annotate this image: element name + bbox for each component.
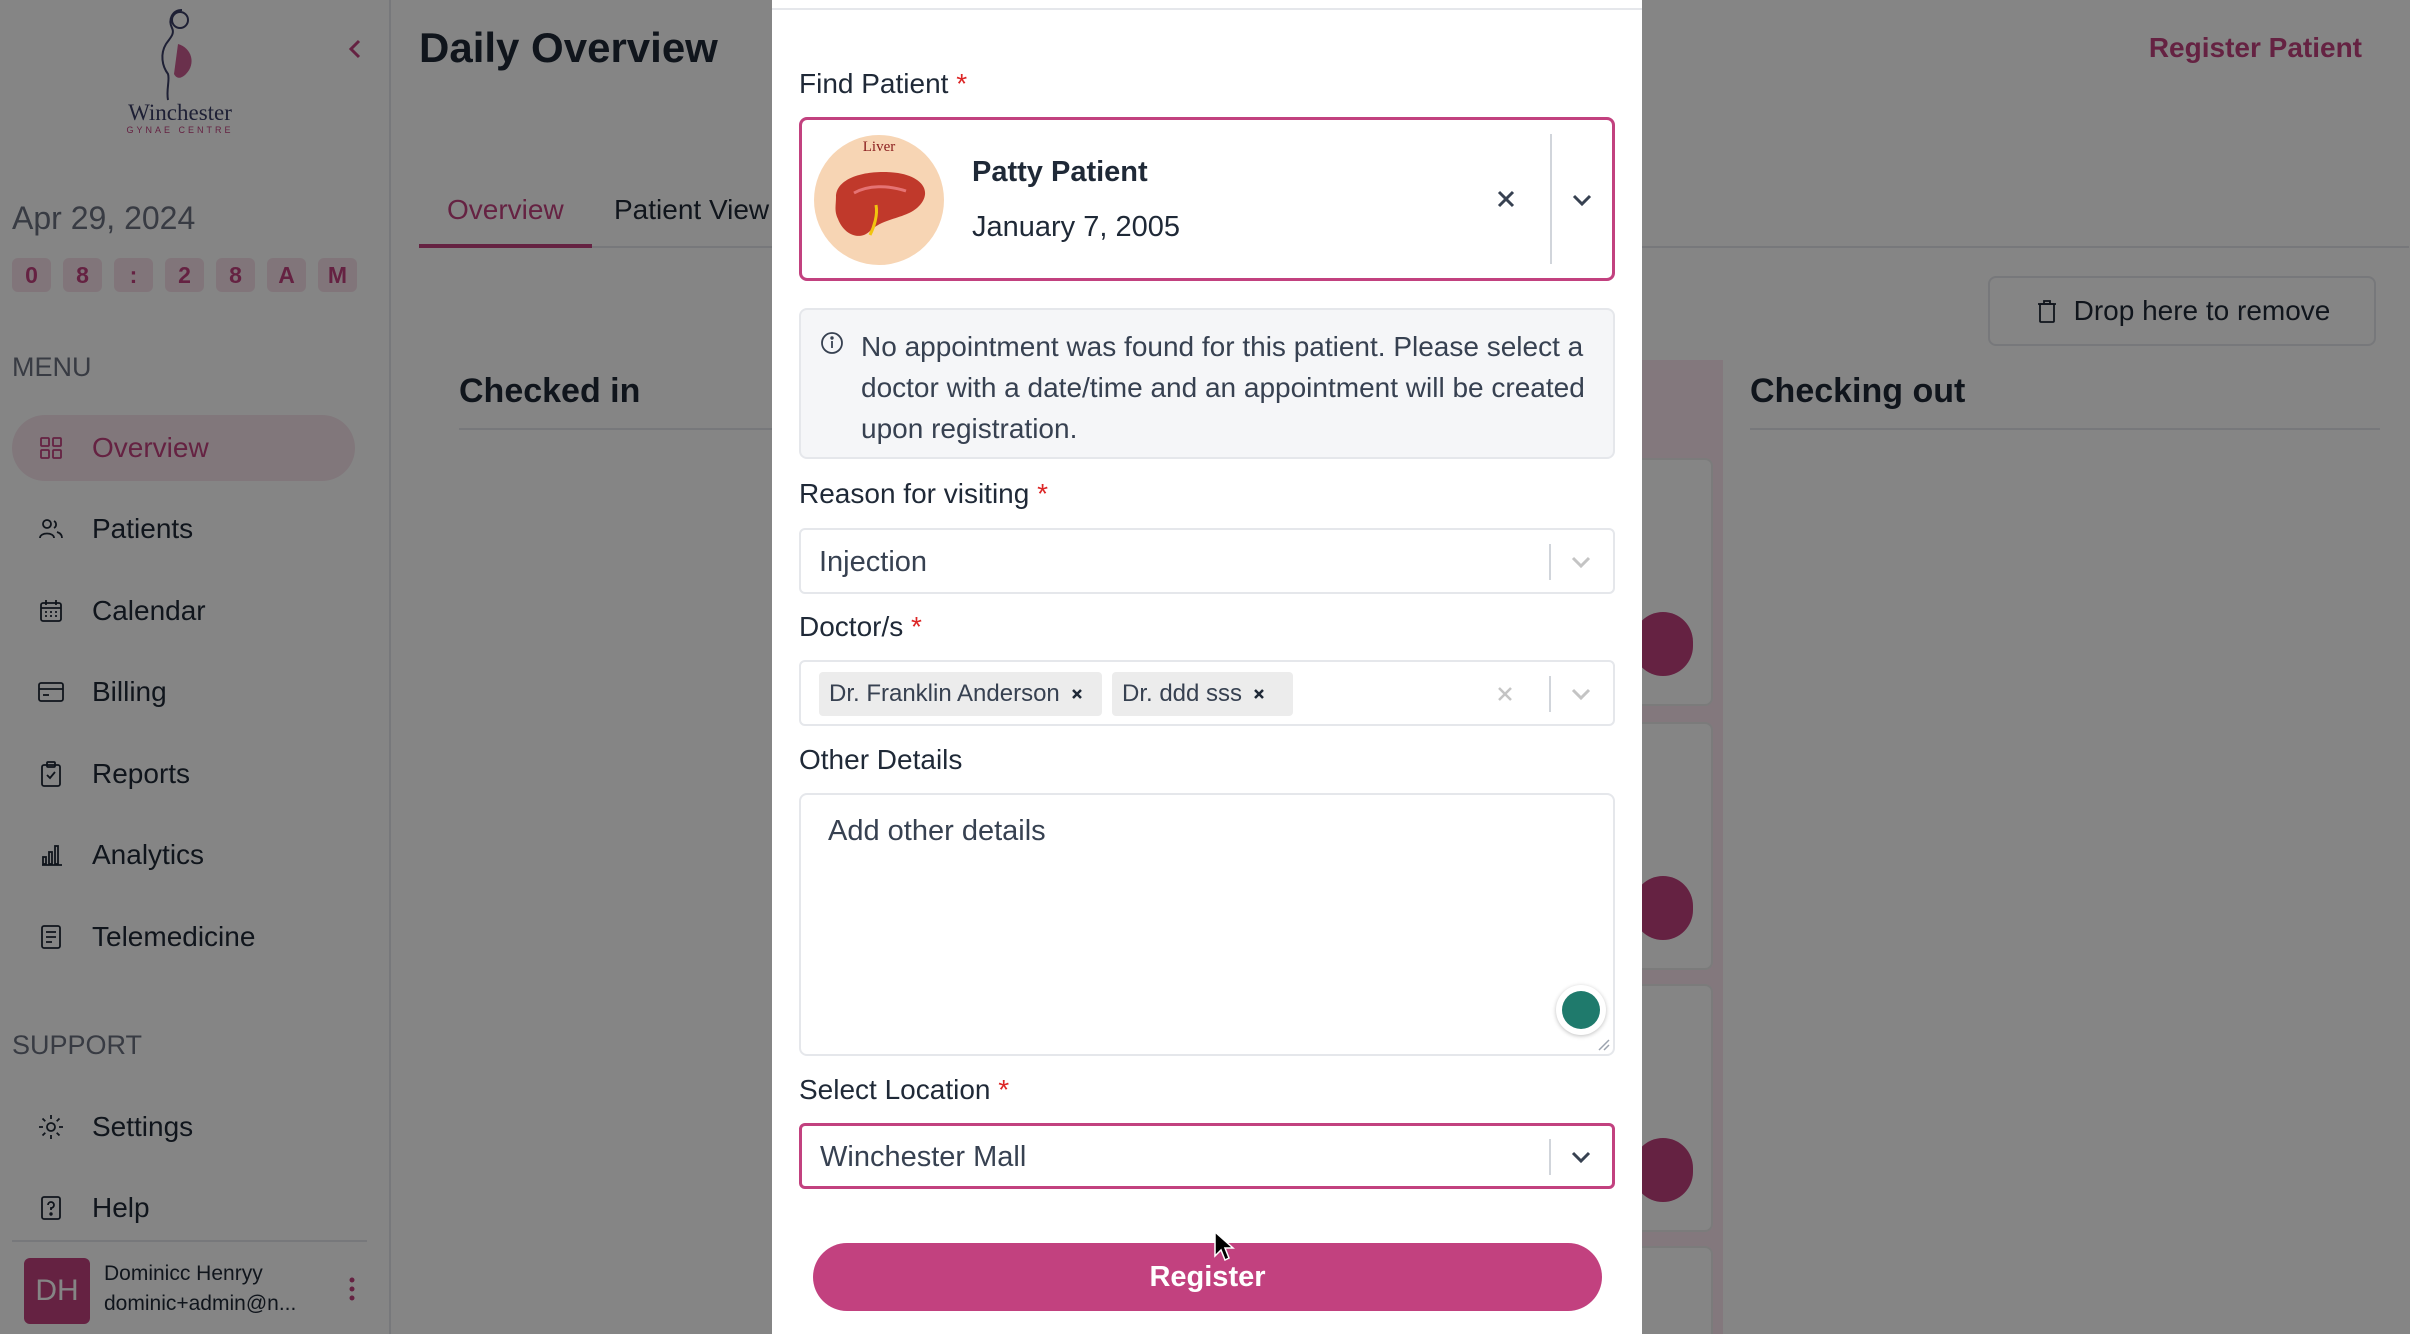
other-details-textarea[interactable]: Add other details <box>799 793 1615 1056</box>
resize-handle-icon[interactable] <box>1596 1037 1610 1051</box>
doctor-chip-label: Dr. Franklin Anderson <box>829 680 1060 707</box>
find-patient-label: Find Patient * <box>799 68 967 100</box>
patient-avatar: Liver <box>814 135 944 265</box>
required-asterisk: * <box>956 68 968 99</box>
required-asterisk: * <box>1037 478 1049 509</box>
alert-message: No appointment was found for this patien… <box>861 331 1585 444</box>
chevron-down-icon[interactable] <box>1566 1142 1596 1172</box>
find-patient-select[interactable]: Liver Patty Patient January 7, 2005 <box>799 117 1615 281</box>
reason-label: Reason for visiting * <box>799 478 1048 510</box>
select-separator <box>1549 544 1551 580</box>
select-separator <box>1549 676 1551 712</box>
info-icon <box>819 330 845 356</box>
avatar-caption: Liver <box>862 139 896 155</box>
no-appointment-alert: No appointment was found for this patien… <box>799 308 1615 459</box>
register-patient-modal: Find Patient * Liver Patty Patient Janua… <box>772 0 1642 1334</box>
reason-select[interactable]: Injection <box>799 528 1615 594</box>
doctors-label: Doctor/s * <box>799 611 922 643</box>
field-label-text: Find Patient <box>799 68 949 99</box>
modal-divider <box>772 8 1642 10</box>
field-label-text: Doctor/s <box>799 611 904 642</box>
grammar-badge <box>1562 991 1600 1029</box>
doctors-multiselect[interactable]: Dr. Franklin Anderson Dr. ddd sss <box>799 660 1615 726</box>
remove-doctor-close-icon[interactable] <box>1060 672 1094 716</box>
doctor-chip-label: Dr. ddd sss <box>1122 680 1243 707</box>
location-label: Select Location * <box>799 1074 1009 1106</box>
selected-patient-dob: January 7, 2005 <box>972 211 1180 243</box>
required-asterisk: * <box>911 611 922 642</box>
select-separator <box>1550 134 1552 264</box>
location-value: Winchester Mall <box>820 1141 1027 1173</box>
mouse-cursor-icon <box>1214 1230 1235 1262</box>
clear-doctors-close-icon[interactable] <box>1490 679 1520 709</box>
required-asterisk: * <box>998 1074 1010 1105</box>
grammar-assistant-icon[interactable] <box>1556 985 1606 1035</box>
doctor-chip: Dr. Franklin Anderson <box>819 672 1102 716</box>
other-details-label: Other Details <box>799 744 963 775</box>
field-label-text: Reason for visiting <box>799 478 1030 509</box>
chevron-down-icon[interactable] <box>1567 185 1597 215</box>
remove-doctor-close-icon[interactable] <box>1242 672 1276 716</box>
field-label-text: Select Location <box>799 1074 991 1105</box>
register-button[interactable]: Register <box>813 1243 1602 1311</box>
select-separator <box>1549 1139 1551 1175</box>
chevron-down-icon[interactable] <box>1566 547 1596 577</box>
chevron-down-icon[interactable] <box>1566 679 1596 709</box>
clear-patient-close-icon[interactable] <box>1491 184 1521 214</box>
reason-value: Injection <box>819 546 928 578</box>
location-select[interactable]: Winchester Mall <box>799 1123 1615 1189</box>
other-details-placeholder: Add other details <box>828 815 1046 847</box>
selected-patient-name: Patty Patient <box>972 156 1148 188</box>
doctor-chip: Dr. ddd sss <box>1112 672 1293 716</box>
